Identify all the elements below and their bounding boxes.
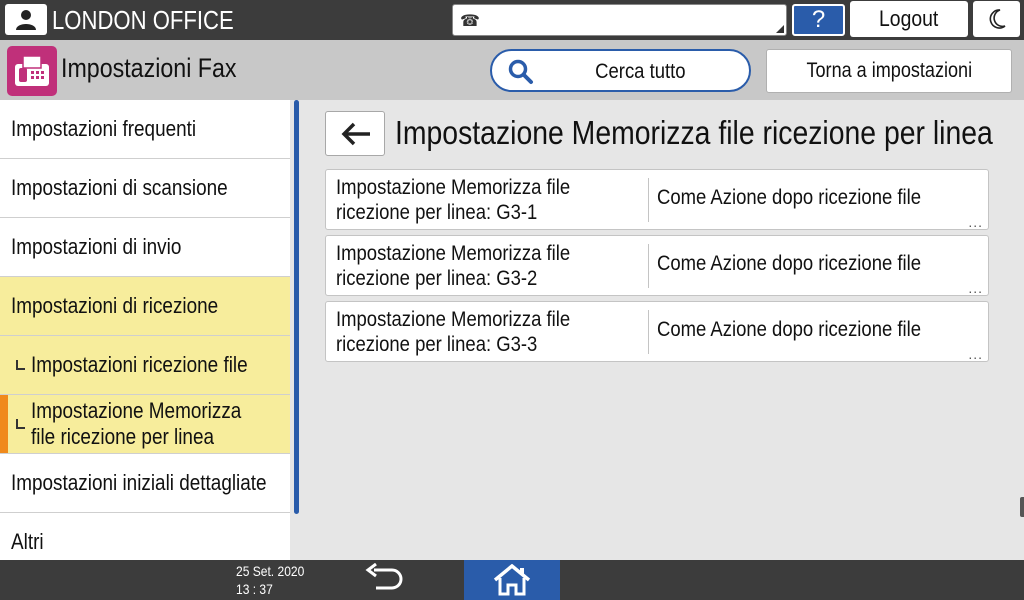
main-panel: Impostazione Memorizza file ricezione pe… [300,100,1024,560]
fax-line-icon: ☎ [460,13,480,30]
energy-saver-button[interactable] [973,1,1020,37]
back-button[interactable] [325,111,385,156]
sidebar-item-others[interactable]: Altri [0,513,290,560]
user-button[interactable] [5,4,47,35]
sidebar-item-store-file-per-line[interactable]: Impostazione Memorizza file ricezione pe… [0,395,290,454]
office-name: LONDON OFFICE [52,5,234,35]
logout-label: Logout [879,6,939,31]
back-to-settings-label: Torna a impostazioni [806,59,972,82]
home-icon [493,564,531,596]
setting-row-g3-1[interactable]: Impostazione Memorizza file ricezione pe… [325,169,989,230]
active-indicator [0,395,8,453]
time-label: 13 : 37 [236,581,273,597]
sidebar-item-label: Impostazioni ricezione file [31,352,248,377]
return-icon [365,562,403,590]
sidebar-item-label: Altri [11,529,44,554]
search-all-label: Cerca tutto [595,60,686,83]
sidebar-item-label: Impostazioni di ricezione [11,293,219,318]
sidebar-item-file-reception[interactable]: Impostazioni ricezione file [0,336,290,395]
setting-name: Impostazione Memorizza file ricezione pe… [336,176,571,224]
row-divider [648,310,649,354]
sidebar-item-label: Impostazioni frequenti [11,116,197,141]
sidebar-scrollbar[interactable] [294,100,299,514]
setting-value: Come Azione dopo ricezione file [657,318,922,341]
user-icon [16,10,36,30]
fax-line-status[interactable]: ☎ [452,4,787,36]
help-button[interactable]: ? [792,4,845,36]
setting-value: Come Azione dopo ricezione file [657,186,922,209]
sidebar-item-scan[interactable]: Impostazioni di scansione [0,159,290,218]
sidebar-item-label: Impostazione Memorizza file ricezione pe… [31,398,242,449]
sidebar-item-label: Impostazioni di invio [11,234,182,259]
page-title: Impostazione Memorizza file ricezione pe… [395,114,993,151]
back-to-settings-button[interactable]: Torna a impostazioni [766,49,1012,93]
more-indicator: ... [968,280,983,296]
expand-corner-icon [776,25,784,33]
setting-row-g3-3[interactable]: Impostazione Memorizza file ricezione pe… [325,301,989,362]
right-edge-handle [1020,497,1024,517]
fax-app-icon [7,46,57,96]
setting-value: Come Azione dopo ricezione file [657,252,922,275]
setting-name: Impostazione Memorizza file ricezione pe… [336,308,571,356]
moon-icon [989,9,1006,29]
date-time: 25 Set. 2020 13 : 37 [236,562,304,598]
return-button[interactable] [362,562,406,597]
more-indicator: ... [968,346,983,362]
sub-item-marker-icon [16,419,25,429]
sub-item-marker-icon [16,360,25,370]
top-bar: LONDON OFFICE ☎ ? Logout [0,0,1024,40]
more-indicator: ... [968,214,983,230]
row-divider [648,178,649,222]
home-button[interactable] [464,560,560,600]
sidebar-item-detailed-initial[interactable]: Impostazioni iniziali dettagliate [0,454,290,513]
sidebar-item-reception[interactable]: Impostazioni di ricezione [0,277,290,336]
bottom-bar: 25 Set. 2020 13 : 37 [0,560,1024,600]
back-arrow-icon [341,122,370,146]
app-title: Impostazioni Fax [61,53,237,83]
search-all-button[interactable]: Cerca tutto [490,49,751,92]
setting-row-g3-2[interactable]: Impostazione Memorizza file ricezione pe… [325,235,989,296]
setting-name: Impostazione Memorizza file ricezione pe… [336,242,571,290]
sidebar-item-label: Impostazioni iniziali dettagliate [11,470,267,495]
logout-button[interactable]: Logout [850,1,968,37]
sidebar-item-label: Impostazioni di scansione [11,175,228,200]
sidebar-item-send[interactable]: Impostazioni di invio [0,218,290,277]
sidebar-item-frequent[interactable]: Impostazioni frequenti [0,100,290,159]
settings-sidebar: Impostazioni frequenti Impostazioni di s… [0,100,290,560]
title-bar: Impostazioni Fax Cerca tutto Torna a imp… [0,40,1024,100]
date-label: 25 Set. 2020 [236,563,305,579]
row-divider [648,244,649,288]
